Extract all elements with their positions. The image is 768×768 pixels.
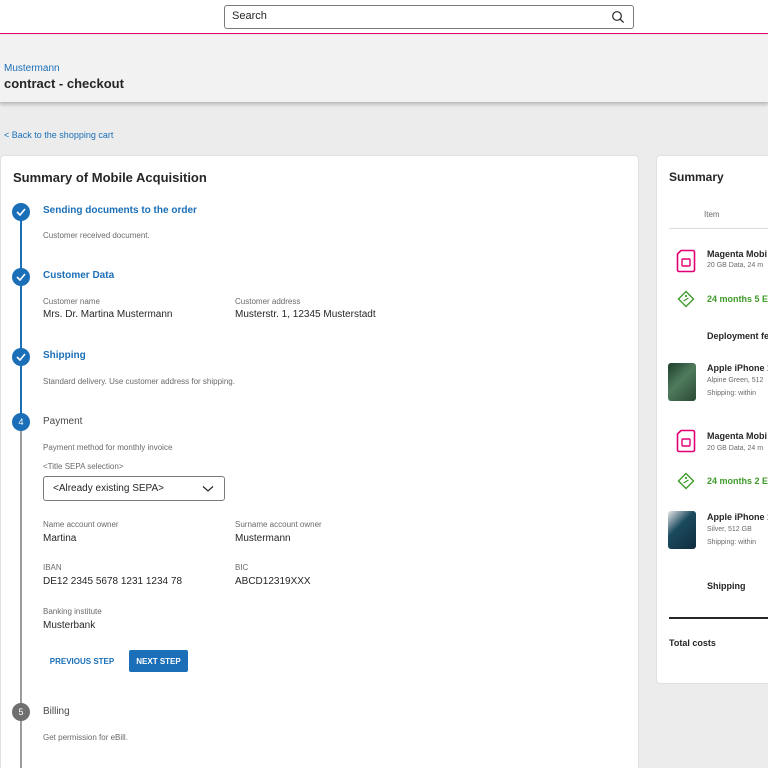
summary-item-title: Apple iPhone 1 bbox=[707, 512, 768, 522]
phone-image bbox=[668, 511, 696, 549]
divider bbox=[669, 228, 768, 229]
discount-tag-icon bbox=[677, 290, 695, 308]
total-divider bbox=[669, 617, 768, 619]
step-description: Payment method for monthly invoice bbox=[43, 443, 173, 452]
field-value: Mustermann bbox=[235, 533, 291, 544]
step-description: Standard delivery. Use customer address … bbox=[43, 377, 235, 386]
field-label: IBAN bbox=[43, 563, 62, 572]
search-input[interactable] bbox=[232, 10, 602, 22]
field-label: BIC bbox=[235, 563, 249, 572]
summary-item-title: Magenta Mobi bbox=[707, 249, 767, 259]
step-connector bbox=[20, 430, 22, 710]
summary-item-shipping: Shipping: within bbox=[707, 390, 757, 397]
summary-item-title: Magenta Mobi bbox=[707, 431, 767, 441]
field-value: DE12 2345 5678 1231 1234 78 bbox=[43, 576, 183, 587]
summary-item-shipping: Shipping: within bbox=[707, 539, 757, 546]
search-box[interactable] bbox=[224, 5, 634, 29]
total-costs-label: Total costs bbox=[669, 638, 716, 648]
field-value: Martina bbox=[43, 533, 77, 544]
step-done-badge bbox=[12, 348, 30, 366]
summary-fee: Deployment fe bbox=[707, 331, 768, 341]
field-value: Musterbank bbox=[43, 620, 96, 631]
item-column-header: Item bbox=[704, 210, 720, 219]
acquisition-summary-card: Summary of Mobile Acquisition Sending do… bbox=[0, 155, 639, 768]
back-link-label: Back to the shopping cart bbox=[11, 130, 114, 140]
summary-promo: 24 months 2 E bbox=[707, 476, 768, 486]
field-label: Surname account owner bbox=[235, 520, 322, 529]
next-step-button[interactable]: NEXT STEP bbox=[129, 650, 188, 672]
step-title[interactable]: Sending documents to the order bbox=[43, 205, 197, 216]
step-title[interactable]: Customer Data bbox=[43, 270, 114, 281]
top-bar bbox=[0, 0, 768, 34]
page-header: Mustermann contract - checkout bbox=[0, 35, 768, 103]
summary-card: Summary Item Magenta Mobi 20 GB Data, 24… bbox=[656, 155, 768, 684]
field-value: ABCD12319XXX bbox=[235, 576, 311, 587]
summary-item-title: Apple iPhone 1 bbox=[707, 363, 768, 373]
step-done-badge bbox=[12, 268, 30, 286]
sepa-select[interactable]: <Already existing SEPA> bbox=[43, 476, 225, 501]
page-title: contract - checkout bbox=[4, 76, 124, 91]
field-value: Mrs. Dr. Martina Mustermann bbox=[43, 309, 173, 320]
step-done-badge bbox=[12, 203, 30, 221]
check-icon bbox=[16, 353, 26, 361]
sim-card-icon bbox=[676, 249, 696, 273]
back-to-cart-link[interactable]: < Back to the shopping cart bbox=[4, 130, 113, 140]
summary-fee: Shipping bbox=[707, 581, 746, 591]
field-label: Customer address bbox=[235, 297, 301, 306]
sim-card-icon bbox=[676, 429, 696, 453]
card-title: Summary of Mobile Acquisition bbox=[13, 170, 207, 185]
sepa-select-label: <Title SEPA selection> bbox=[43, 462, 124, 471]
phone-image bbox=[668, 363, 696, 401]
check-icon bbox=[16, 208, 26, 216]
chevron-left-icon: < bbox=[4, 130, 10, 140]
step-connector bbox=[20, 720, 22, 768]
step-description: Get permission for eBill. bbox=[43, 733, 128, 742]
summary-title: Summary bbox=[669, 170, 724, 184]
check-icon bbox=[16, 273, 26, 281]
step-description: Customer received document. bbox=[43, 231, 150, 240]
field-value: Musterstr. 1, 12345 Musterstadt bbox=[235, 309, 376, 320]
sepa-select-value: <Already existing SEPA> bbox=[53, 483, 164, 494]
field-label: Customer name bbox=[43, 297, 100, 306]
summary-item-subtitle: 20 GB Data, 24 m bbox=[707, 445, 764, 452]
step-title[interactable]: Shipping bbox=[43, 350, 86, 361]
search-icon[interactable] bbox=[611, 10, 625, 24]
chevron-down-icon bbox=[202, 486, 214, 492]
step-number-badge: 4 bbox=[12, 413, 30, 431]
summary-item-subtitle: 20 GB Data, 24 m bbox=[707, 262, 764, 269]
discount-tag-icon bbox=[677, 472, 695, 490]
field-label: Banking institute bbox=[43, 607, 102, 616]
customer-name-link[interactable]: Mustermann bbox=[4, 63, 60, 74]
summary-item-subtitle: Alpine Green, 512 bbox=[707, 377, 764, 384]
step-title: Billing bbox=[43, 706, 70, 717]
previous-step-button[interactable]: PREVIOUS STEP bbox=[43, 650, 121, 672]
step-number-badge: 5 bbox=[12, 703, 30, 721]
field-label: Name account owner bbox=[43, 520, 119, 529]
summary-item-subtitle: Silver, 512 GB bbox=[707, 526, 752, 533]
step-title: Payment bbox=[43, 416, 83, 427]
summary-promo: 24 months 5 E bbox=[707, 294, 768, 304]
